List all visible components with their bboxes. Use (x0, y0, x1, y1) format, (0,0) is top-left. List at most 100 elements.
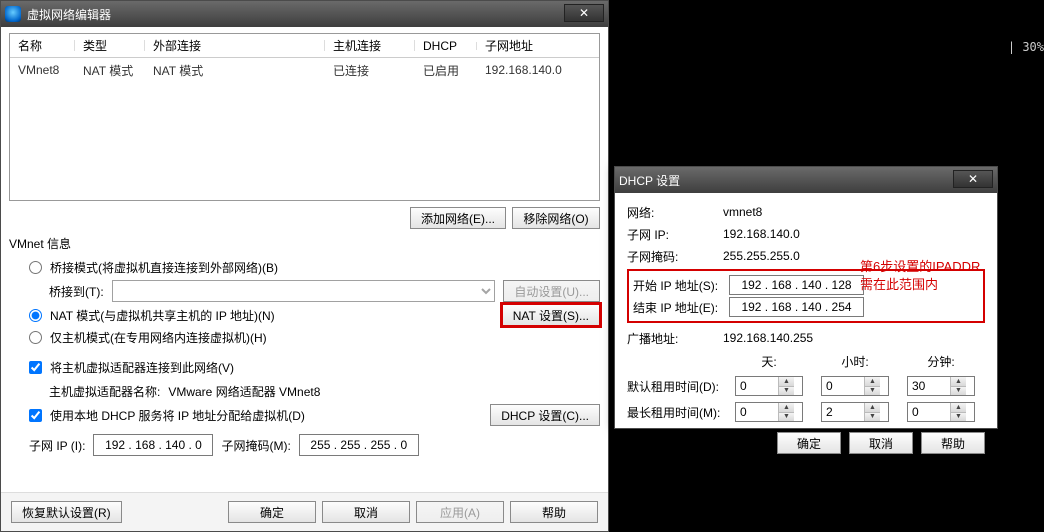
subnet-mask-label: 子网掩码(M): (221, 437, 290, 454)
ok-button[interactable]: 确定 (228, 501, 316, 523)
end-ip-label: 结束 IP 地址(E): (633, 299, 729, 316)
default-hours-spinner[interactable]: ▲▼ (821, 376, 889, 396)
max-days-spinner[interactable]: ▲▼ (735, 402, 803, 422)
col-dhcp[interactable]: DHCP (415, 39, 477, 53)
network-table[interactable]: 名称 类型 外部连接 主机连接 DHCP 子网地址 VMnet8 NAT 模式 … (9, 33, 600, 201)
close-button[interactable]: ✕ (564, 4, 604, 22)
titlebar[interactable]: DHCP 设置 ✕ (615, 167, 997, 193)
nat-settings-button[interactable]: NAT 设置(S)... (502, 304, 600, 326)
help-button[interactable]: 帮助 (921, 432, 985, 454)
remove-network-button[interactable]: 移除网络(O) (512, 207, 600, 229)
ok-button[interactable]: 确定 (777, 432, 841, 454)
use-dhcp-check[interactable]: 使用本地 DHCP 服务将 IP 地址分配给虚拟机(D) DHCP 设置(C).… (29, 404, 600, 426)
nat-label: NAT 模式(与虚拟机共享主机的 IP 地址)(N) (50, 307, 275, 324)
max-days-input[interactable] (736, 403, 778, 421)
cell-ext: NAT 模式 (145, 62, 325, 79)
up-icon[interactable]: ▲ (950, 377, 966, 387)
annotation-line2: 需在此范围内 (860, 276, 1040, 294)
window-title: DHCP 设置 (619, 172, 680, 189)
down-icon[interactable]: ▼ (950, 413, 966, 422)
bridged-radio[interactable]: 桥接模式(将虚拟机直接连接到外部网络)(B) (29, 256, 600, 278)
col-host[interactable]: 主机连接 (325, 37, 415, 54)
subnet-ip-label: 子网 IP (I): (29, 437, 85, 454)
help-button[interactable]: 帮助 (510, 501, 598, 523)
cell-dhcp: 已启用 (415, 62, 477, 79)
max-hours-input[interactable] (822, 403, 864, 421)
table-row[interactable]: VMnet8 NAT 模式 NAT 模式 已连接 已启用 192.168.140… (10, 58, 599, 82)
up-icon[interactable]: ▲ (778, 377, 794, 387)
hours-header: 小时: (821, 353, 889, 370)
hostonly-radio-input[interactable] (29, 331, 42, 344)
up-icon[interactable]: ▲ (950, 403, 966, 413)
apply-button[interactable]: 应用(A) (416, 501, 504, 523)
bridged-label: 桥接模式(将虚拟机直接连接到外部网络)(B) (50, 259, 278, 276)
bridged-radio-input[interactable] (29, 261, 42, 274)
window-title: 虚拟网络编辑器 (27, 6, 111, 23)
start-ip-label: 开始 IP 地址(S): (633, 277, 729, 294)
max-hours-spinner[interactable]: ▲▼ (821, 402, 889, 422)
cell-type: NAT 模式 (75, 62, 145, 79)
subnet-ip-value: 192.168.140.0 (723, 227, 800, 241)
subnet-mask-input[interactable]: 255 . 255 . 255 . 0 (299, 434, 419, 456)
subnet-ip-label: 子网 IP: (627, 226, 723, 243)
cell-host: 已连接 (325, 62, 415, 79)
default-lease-label: 默认租用时间(D): (627, 378, 735, 395)
default-minutes-spinner[interactable]: ▲▼ (907, 376, 975, 396)
default-hours-input[interactable] (822, 377, 864, 395)
network-value: vmnet8 (723, 205, 762, 219)
auto-setting-button[interactable]: 自动设置(U)... (503, 280, 600, 302)
down-icon[interactable]: ▼ (778, 413, 794, 422)
hostonly-label: 仅主机模式(在专用网络内连接虚拟机)(H) (50, 329, 267, 346)
default-days-input[interactable] (736, 377, 778, 395)
dialog-footer: 恢复默认设置(R) 确定 取消 应用(A) 帮助 (1, 492, 608, 531)
bridge-to-label: 桥接到(T): (49, 283, 104, 300)
end-ip-input[interactable]: 192 . 168 . 140 . 254 (729, 297, 864, 317)
dhcp-footer: 确定 取消 帮助 (615, 422, 997, 464)
subnet-mask-label: 子网掩码: (627, 248, 723, 265)
network-label: 网络: (627, 204, 723, 221)
nat-radio-input[interactable] (29, 309, 42, 322)
virtual-network-editor-window: 虚拟网络编辑器 ✕ 名称 类型 外部连接 主机连接 DHCP 子网地址 VMne… (0, 0, 609, 532)
max-minutes-input[interactable] (908, 403, 950, 421)
col-subnet[interactable]: 子网地址 (477, 37, 599, 54)
restore-defaults-button[interactable]: 恢复默认设置(R) (11, 501, 122, 523)
default-minutes-input[interactable] (908, 377, 950, 395)
max-minutes-spinner[interactable]: ▲▼ (907, 402, 975, 422)
col-name[interactable]: 名称 (10, 37, 75, 54)
max-lease-label: 最长租用时间(M): (627, 404, 735, 421)
col-ext[interactable]: 外部连接 (145, 37, 325, 54)
cancel-button[interactable]: 取消 (849, 432, 913, 454)
titlebar[interactable]: 虚拟网络编辑器 ✕ (1, 1, 608, 27)
dhcp-settings-window: DHCP 设置 ✕ 网络:vmnet8 子网 IP:192.168.140.0 … (614, 166, 998, 429)
add-network-button[interactable]: 添加网络(E)... (410, 207, 506, 229)
dhcp-settings-button[interactable]: DHCP 设置(C)... (490, 404, 600, 426)
down-icon[interactable]: ▼ (950, 387, 966, 396)
connect-host-adapter-label: 将主机虚拟适配器连接到此网络(V) (50, 359, 234, 376)
connect-host-adapter-input[interactable] (29, 361, 42, 374)
cell-name: VMnet8 (10, 63, 75, 77)
default-days-spinner[interactable]: ▲▼ (735, 376, 803, 396)
nat-radio[interactable]: NAT 模式(与虚拟机共享主机的 IP 地址)(N) NAT 设置(S)... (29, 304, 600, 326)
broadcast-value: 192.168.140.255 (723, 331, 813, 345)
minutes-header: 分钟: (907, 353, 975, 370)
start-ip-input[interactable]: 192 . 168 . 140 . 128 (729, 275, 864, 295)
subnet-mask-value: 255.255.255.0 (723, 249, 800, 263)
down-icon[interactable]: ▼ (778, 387, 794, 396)
use-dhcp-label: 使用本地 DHCP 服务将 IP 地址分配给虚拟机(D) (50, 407, 305, 424)
app-icon (5, 6, 21, 22)
up-icon[interactable]: ▲ (778, 403, 794, 413)
cancel-button[interactable]: 取消 (322, 501, 410, 523)
close-button[interactable]: ✕ (953, 170, 993, 188)
down-icon[interactable]: ▼ (864, 387, 880, 396)
connect-host-adapter-check[interactable]: 将主机虚拟适配器连接到此网络(V) (29, 356, 600, 378)
down-icon[interactable]: ▼ (864, 413, 880, 422)
bridge-to-select[interactable] (112, 280, 496, 302)
use-dhcp-input[interactable] (29, 409, 42, 422)
col-type[interactable]: 类型 (75, 37, 145, 54)
lease-grid: 天: 小时: 分钟: 默认租用时间(D): ▲▼ ▲▼ ▲▼ 最长租用时间(M)… (627, 353, 985, 422)
hostonly-radio[interactable]: 仅主机模式(在专用网络内连接虚拟机)(H) (29, 326, 600, 348)
up-icon[interactable]: ▲ (864, 377, 880, 387)
host-adapter-name-label: 主机虚拟适配器名称: (49, 383, 160, 400)
subnet-ip-input[interactable]: 192 . 168 . 140 . 0 (93, 434, 213, 456)
up-icon[interactable]: ▲ (864, 403, 880, 413)
